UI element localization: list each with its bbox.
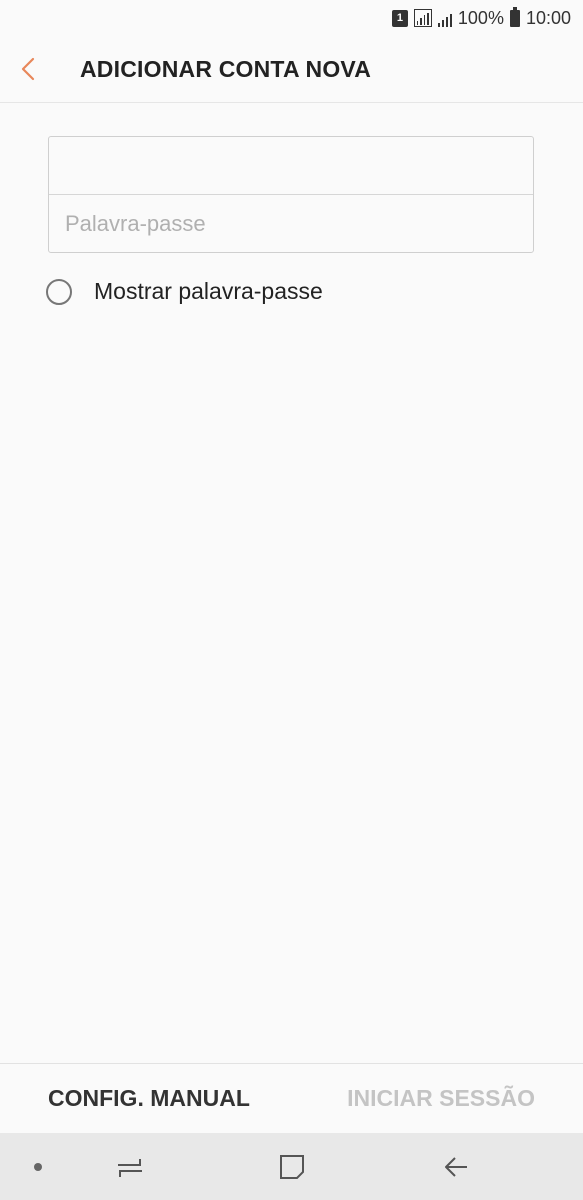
home-icon xyxy=(280,1154,304,1179)
screen: 1 100% 10:00 ADICIONAR CONTA NOVA Mostra… xyxy=(0,0,583,1200)
dot-icon xyxy=(34,1162,42,1171)
email-field[interactable] xyxy=(49,137,533,194)
recents-button[interactable] xyxy=(108,1133,152,1200)
show-password-option[interactable]: Mostrar palavra-passe xyxy=(46,278,323,305)
sign-in-button[interactable]: INICIAR SESSÃO xyxy=(347,1085,535,1112)
credentials-form xyxy=(48,136,534,253)
signal-box-icon xyxy=(413,9,432,27)
back-arrow-icon xyxy=(445,1156,467,1177)
sim-icon: 1 xyxy=(391,9,408,27)
back-button[interactable] xyxy=(20,45,68,93)
nav-back-button[interactable] xyxy=(434,1133,478,1200)
show-password-radio[interactable] xyxy=(46,278,72,305)
action-bar: CONFIG. MANUAL INICIAR SESSÃO xyxy=(0,1063,583,1133)
home-button[interactable] xyxy=(270,1133,314,1200)
battery-percent: 100% xyxy=(457,7,504,28)
status-bar: 1 100% 10:00 xyxy=(0,0,583,36)
password-field[interactable] xyxy=(49,195,533,252)
manual-setup-button[interactable]: CONFIG. MANUAL xyxy=(48,1085,250,1112)
clock: 10:00 xyxy=(525,7,571,28)
recents-icon xyxy=(118,1158,142,1177)
navigation-bar xyxy=(0,1133,583,1200)
app-bar: ADICIONAR CONTA NOVA xyxy=(0,36,583,103)
page-title: ADICIONAR CONTA NOVA xyxy=(80,55,372,82)
show-password-label: Mostrar palavra-passe xyxy=(94,278,323,304)
signal-icon xyxy=(437,9,452,27)
chevron-left-icon xyxy=(21,57,35,81)
battery-icon xyxy=(509,6,520,27)
nav-dot-button[interactable] xyxy=(24,1133,52,1200)
